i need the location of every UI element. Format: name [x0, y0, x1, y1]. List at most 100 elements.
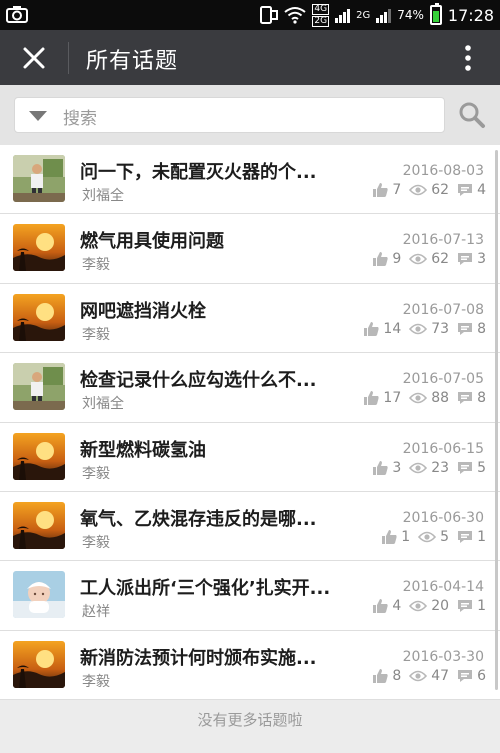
comment-count: 5 [477, 459, 486, 476]
eye-icon [409, 392, 428, 404]
topic-author: 李毅 [82, 534, 110, 551]
topic-date: 2016-07-13 [402, 232, 484, 249]
topic-stats: 4 20 1 [373, 598, 486, 614]
topic-stats: 1 5 1 [382, 529, 486, 545]
author-avatar [13, 293, 65, 341]
search-placeholder: 搜索 [63, 109, 97, 129]
topic-author: 赵祥 [82, 604, 110, 621]
signal-strength-icon [335, 7, 351, 23]
search-bar: 搜索 [0, 85, 500, 145]
topic-date: 2016-08-03 [402, 163, 484, 179]
view-count: 62 [431, 251, 450, 268]
topic-list-item[interactable]: 工人派出所‘三个强化’扎实开... 赵祥 2016-04-14 4 20 1 [0, 561, 500, 631]
battery-icon [429, 3, 442, 25]
network-2g-label: 2G [312, 15, 330, 27]
topic-author: 李毅 [82, 465, 110, 482]
topic-list-item[interactable]: 氧气、乙炔混存违反的是哪... 李毅 2016-06-30 1 5 1 [0, 491, 500, 562]
topic-date: 2016-07-08 [402, 301, 484, 318]
thumbs-up-icon [373, 599, 388, 614]
comment-icon [458, 669, 473, 682]
view-count: 23 [431, 459, 450, 476]
topic-list-item[interactable]: 新消防法预计何时颁布实施... 李毅 2016-03-30 8 47 6 [0, 630, 500, 701]
app-bar: 所有话题 [0, 30, 500, 85]
no-more-topics-footer: 没有更多话题啦 [0, 700, 500, 753]
like-count: 1 [401, 528, 411, 545]
network-4g-label: 4G [312, 3, 330, 15]
phone-mute-icon [260, 6, 279, 24]
scrollbar[interactable] [495, 150, 498, 690]
comment-count: 3 [477, 251, 486, 268]
like-count: 3 [392, 459, 402, 476]
like-count: 8 [392, 667, 402, 684]
like-count: 7 [392, 182, 402, 198]
close-icon[interactable] [20, 44, 48, 72]
topic-list: 问一下，未配置灭火器的个... 刘福全 2016-08-03 7 62 4 燃气… [0, 145, 500, 701]
search-icon[interactable] [455, 99, 489, 131]
topic-title: 新消防法预计何时颁布实施... [80, 647, 317, 669]
topic-list-item[interactable]: 问一下，未配置灭火器的个... 刘福全 2016-08-03 7 62 4 [0, 145, 500, 215]
comment-icon [458, 461, 473, 474]
topic-list-item[interactable]: 网吧遮挡消火栓 李毅 2016-07-08 14 73 8 [0, 283, 500, 354]
thumbs-up-icon [382, 529, 397, 544]
author-avatar [13, 155, 65, 202]
topic-title: 新型燃料碳氢油 [80, 439, 206, 461]
comment-count: 4 [477, 182, 486, 198]
thumbs-up-icon [364, 391, 380, 406]
comment-count: 8 [477, 390, 486, 407]
thumbs-up-icon [373, 668, 388, 683]
like-count: 17 [383, 390, 402, 407]
like-count: 9 [392, 251, 402, 268]
topic-author: 李毅 [82, 257, 110, 274]
topic-stats: 3 23 5 [373, 460, 486, 476]
topic-date: 2016-07-05 [402, 371, 484, 388]
eye-icon [409, 670, 428, 682]
topic-list-item[interactable]: 新型燃料碳氢油 李毅 2016-06-15 3 23 5 [0, 422, 500, 492]
topic-stats: 8 47 6 [373, 668, 486, 684]
comment-icon [458, 530, 473, 543]
view-count: 20 [431, 598, 450, 615]
more-options-icon[interactable] [464, 44, 472, 72]
author-avatar [13, 432, 65, 480]
topic-stats: 9 62 3 [373, 251, 486, 267]
page-title: 所有话题 [86, 49, 179, 74]
author-avatar [13, 501, 65, 549]
comment-icon [458, 600, 473, 613]
topic-date: 2016-03-30 [402, 648, 484, 665]
view-count: 62 [431, 182, 450, 198]
like-count: 4 [392, 598, 402, 615]
eye-icon [409, 601, 428, 612]
network-2g-label-2: 2G [356, 9, 371, 21]
topic-stats: 14 73 8 [364, 321, 486, 337]
clock: 17:28 [447, 5, 494, 25]
topic-title: 工人派出所‘三个强化’扎实开... [80, 578, 331, 600]
topic-stats: 7 62 4 [373, 182, 486, 198]
dropdown-triangle-icon[interactable] [29, 111, 47, 121]
view-count: 5 [440, 528, 450, 545]
view-count: 88 [431, 390, 450, 407]
eye-icon [409, 184, 428, 196]
topic-title: 燃气用具使用问题 [80, 231, 224, 253]
topic-list-item[interactable]: 检查记录什么应勾选什么不... 刘福全 2016-07-05 17 88 8 [0, 353, 500, 423]
topic-title: 氧气、乙炔混存违反的是哪... [80, 508, 317, 530]
topic-date: 2016-06-15 [402, 440, 484, 457]
topic-author: 刘福全 [82, 188, 124, 204]
eye-icon [409, 462, 428, 473]
thumbs-up-icon [373, 183, 388, 197]
comment-icon [458, 322, 473, 335]
author-avatar [13, 640, 65, 688]
topic-stats: 17 88 8 [364, 390, 486, 406]
thumbs-up-icon [364, 321, 380, 336]
eye-icon [418, 531, 437, 543]
like-count: 14 [383, 320, 402, 337]
topic-author: 李毅 [82, 673, 110, 690]
battery-percent: 74% [397, 8, 424, 22]
topic-author: 李毅 [82, 326, 110, 343]
comment-icon [458, 392, 473, 405]
topic-list-item[interactable]: 燃气用具使用问题 李毅 2016-07-13 9 62 3 [0, 214, 500, 284]
comment-count: 1 [477, 598, 486, 615]
comment-count: 1 [477, 528, 486, 545]
signal-strength-icon-2 [376, 7, 392, 23]
search-input[interactable]: 搜索 [14, 97, 445, 133]
topic-title: 检查记录什么应勾选什么不... [80, 370, 317, 392]
comment-count: 8 [477, 320, 486, 337]
